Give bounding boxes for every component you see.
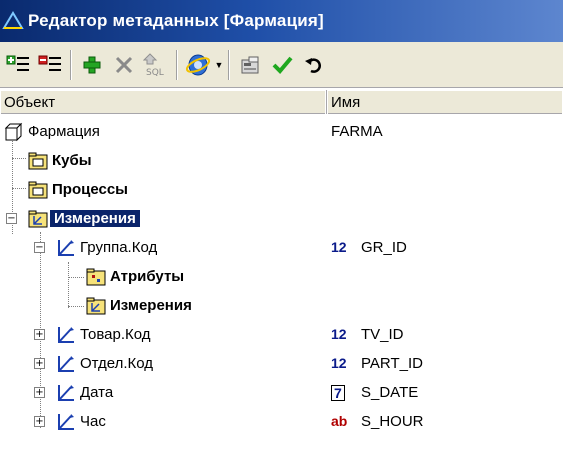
dimension-icon (58, 414, 74, 430)
dimension-icon (58, 327, 74, 343)
tree-label: Час (80, 413, 106, 430)
type-badge: ab (331, 413, 348, 429)
tree-label: Фармация (28, 123, 100, 140)
metadata-tree: Фармация FARMA Кубы Процессы − Измерения (0, 114, 563, 468)
add-icon (83, 56, 101, 73)
column-object[interactable]: Объект (0, 90, 327, 114)
toolbar: SQL ▼ (0, 42, 563, 88)
add-level-button[interactable] (2, 49, 34, 81)
expand-icon[interactable]: + (34, 416, 45, 427)
tree-label: Дата (80, 384, 114, 401)
tree-value: GR_ID (361, 239, 407, 256)
column-header: Объект Имя (0, 90, 563, 114)
undo-button[interactable] (298, 49, 330, 81)
add-button[interactable] (76, 49, 108, 81)
tree-row-date[interactable]: + Дата 7 S_DATE (0, 379, 563, 407)
column-name[interactable]: Имя (327, 90, 563, 114)
tree-row-root[interactable]: Фармация FARMA (0, 118, 563, 146)
toolbar-separator (176, 49, 178, 80)
expand-icon[interactable]: + (34, 358, 45, 369)
tree-value: S_HOUR (361, 413, 424, 430)
properties-button[interactable] (234, 49, 266, 81)
tree-row-dimensions[interactable]: − Измерения (0, 205, 563, 233)
undo-icon (305, 57, 321, 73)
tree-row-product[interactable]: + Товар.Код 12 TV_ID (0, 321, 563, 349)
attributes-folder-icon (86, 268, 106, 286)
tree-label: Измерения (110, 297, 192, 314)
tree-value: FARMA (331, 123, 383, 140)
remove-level-button[interactable] (34, 49, 66, 81)
toolbar-separator (228, 49, 230, 80)
dimension-icon (58, 385, 74, 401)
app-icon (2, 10, 24, 32)
ie-dropdown-arrow-icon[interactable]: ▼ (214, 49, 224, 81)
type-badge: 12 (331, 326, 347, 342)
svg-text:SQL: SQL (146, 68, 164, 78)
tree-value: PART_ID (361, 355, 423, 372)
tree-row-sub-dimensions[interactable]: Измерения (0, 292, 563, 320)
collapse-icon[interactable]: − (6, 213, 17, 224)
window-title: Редактор метаданных [Фармация] (28, 11, 324, 30)
date-type-badge: 7 (331, 385, 345, 401)
cube-icon (4, 122, 23, 142)
tree-row-cubes[interactable]: Кубы (0, 147, 563, 175)
properties-icon (241, 56, 259, 73)
tree-label: Процессы (52, 181, 128, 198)
apply-button[interactable] (266, 49, 298, 81)
expand-icon[interactable]: + (34, 329, 45, 340)
tree-value: S_DATE (361, 384, 419, 401)
expand-icon[interactable]: + (34, 387, 45, 398)
dimension-folder-icon (28, 210, 48, 228)
tree-label: Измерения (50, 210, 140, 227)
add-level-icon (6, 55, 29, 71)
sql-button[interactable]: SQL (140, 49, 172, 81)
tree-row-hour[interactable]: + Час ab S_HOUR (0, 408, 563, 436)
tree-value: TV_ID (361, 326, 404, 343)
tree-row-processes[interactable]: Процессы (0, 176, 563, 204)
sql-icon: SQL (143, 52, 164, 78)
tree-label: Кубы (52, 152, 92, 169)
title-bar[interactable]: Редактор метаданных [Фармация] (0, 0, 563, 42)
tree-row-group[interactable]: − Группа.Код 12 GR_ID (0, 234, 563, 262)
tree-label: Атрибуты (110, 268, 185, 285)
tree-label: Товар.Код (80, 326, 151, 343)
toolbar-separator (70, 49, 72, 80)
remove-level-icon (38, 55, 61, 71)
dimension-icon (58, 356, 74, 372)
folder-icon (28, 181, 48, 199)
check-icon (272, 56, 293, 74)
tree-label: Группа.Код (80, 239, 158, 256)
delete-icon (115, 56, 133, 73)
tree-row-department[interactable]: + Отдел.Код 12 PART_ID (0, 350, 563, 378)
type-badge: 12 (331, 355, 347, 371)
dimension-icon (58, 240, 74, 256)
type-badge: 12 (331, 239, 347, 255)
delete-button[interactable] (108, 49, 140, 81)
folder-icon (28, 152, 48, 170)
dimension-folder-icon (86, 297, 106, 315)
ie-button[interactable] (182, 49, 214, 81)
collapse-icon[interactable]: − (34, 242, 45, 253)
tree-row-attributes[interactable]: Атрибуты (0, 263, 563, 291)
tree-label: Отдел.Код (80, 355, 154, 372)
ie-icon (185, 54, 211, 75)
